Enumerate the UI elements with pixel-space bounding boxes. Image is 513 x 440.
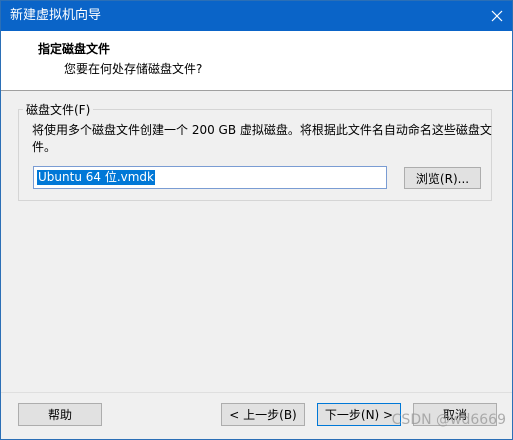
browse-button[interactable]: 浏览(R)... bbox=[404, 167, 481, 189]
close-button[interactable] bbox=[482, 1, 512, 31]
new-vm-wizard-dialog: 新建虚拟机向导 指定磁盘文件 您要在何处存储磁盘文件? 磁盘文件(F) 将使用多… bbox=[0, 0, 513, 440]
footer-divider bbox=[1, 392, 512, 393]
title-bar[interactable]: 新建虚拟机向导 bbox=[1, 1, 512, 31]
disk-file-group-label: 磁盘文件(F) bbox=[23, 101, 94, 118]
back-button[interactable]: < 上一步(B) bbox=[221, 403, 305, 426]
help-button[interactable]: 帮助 bbox=[18, 403, 102, 426]
cancel-button[interactable]: 取消 bbox=[413, 403, 497, 426]
wizard-header: 指定磁盘文件 您要在何处存储磁盘文件? bbox=[1, 31, 512, 91]
page-title: 指定磁盘文件 bbox=[38, 42, 111, 56]
disk-file-description: 将使用多个磁盘文件创建一个 200 GB 虚拟磁盘。将根据此文件名自动命名这些磁… bbox=[32, 123, 492, 154]
close-icon bbox=[491, 10, 503, 22]
next-button[interactable]: 下一步(N) > bbox=[317, 403, 401, 426]
page-subtitle: 您要在何处存储磁盘文件? bbox=[64, 62, 203, 76]
window-title: 新建虚拟机向导 bbox=[10, 8, 102, 23]
disk-file-name-value: Ubuntu 64 位.vmdk bbox=[37, 170, 155, 185]
disk-file-name-input[interactable]: Ubuntu 64 位.vmdk bbox=[33, 166, 387, 189]
